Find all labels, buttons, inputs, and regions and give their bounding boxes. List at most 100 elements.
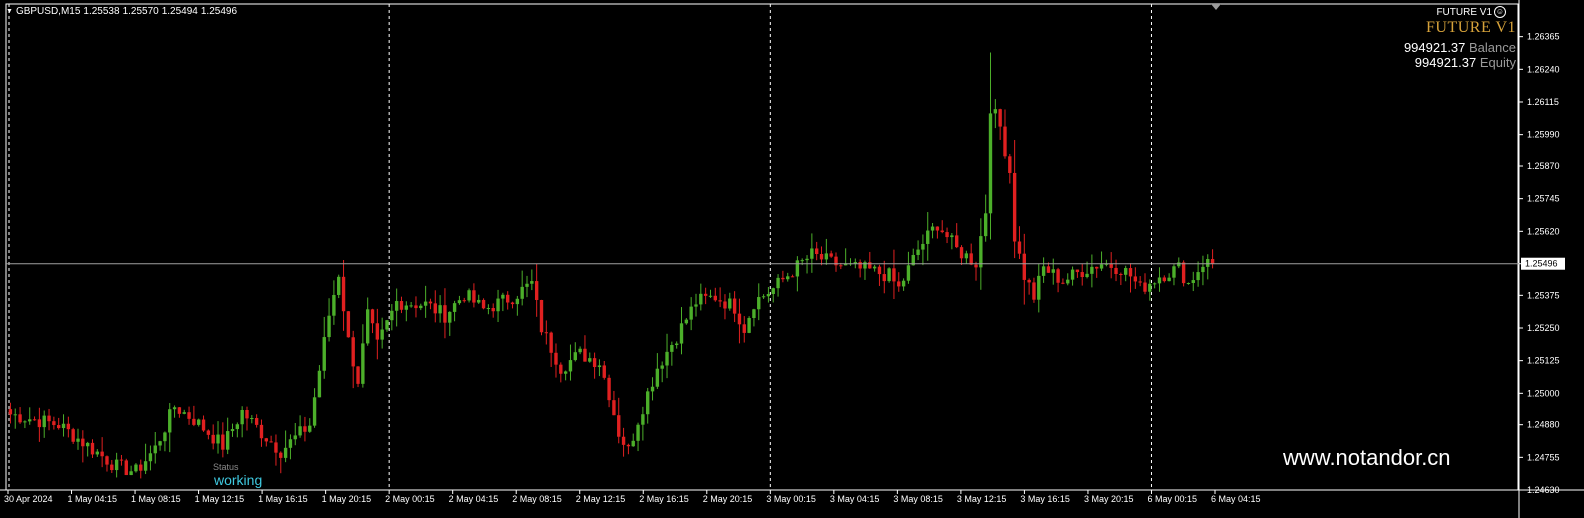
candle-body <box>95 451 100 455</box>
candle-body <box>1061 282 1065 284</box>
candle-body <box>491 308 495 312</box>
x-tick-label: 3 May 12:15 <box>957 494 1007 504</box>
candle-body <box>467 290 471 301</box>
current-price-label: 1.25496 <box>1525 259 1558 269</box>
candle-body <box>1114 267 1118 275</box>
x-tick-label: 6 May 00:15 <box>1147 494 1197 504</box>
candle-body <box>766 293 771 297</box>
candle-body <box>18 414 22 423</box>
candle-body <box>588 358 592 362</box>
candle-body <box>1075 269 1080 273</box>
candle-body <box>399 301 404 310</box>
x-tick-label: 3 May 04:15 <box>830 494 880 504</box>
candle-body <box>341 276 346 312</box>
ea-name-label: FUTURE V1 <box>1436 6 1492 18</box>
candle-body <box>1128 268 1133 277</box>
candle-body <box>452 303 457 312</box>
candle-body <box>650 386 655 392</box>
candle-body <box>486 308 491 310</box>
candle-body <box>1027 279 1031 283</box>
status-value: working <box>214 472 263 488</box>
candle-body <box>283 447 288 458</box>
candle-body <box>868 262 872 269</box>
ohlc-header: ▼ GBPUSD,M15 1.25538 1.25570 1.25494 1.2… <box>6 6 237 17</box>
candle-body <box>1138 281 1142 283</box>
candle-body <box>674 343 679 346</box>
candle-body <box>539 299 544 333</box>
candle-body <box>568 360 573 372</box>
candle-body <box>1056 269 1060 283</box>
candle-body <box>230 429 235 432</box>
candle-body <box>819 254 824 260</box>
candle-body <box>530 281 534 284</box>
candle-body <box>800 260 804 262</box>
candle-body <box>85 442 90 447</box>
candle-body <box>414 305 418 309</box>
dropdown-triangle-icon[interactable]: ▼ <box>6 8 13 15</box>
candle-body <box>119 459 124 461</box>
y-tick-label: 1.25125 <box>1527 356 1560 366</box>
x-tick-label: 2 May 04:15 <box>449 494 499 504</box>
candle-body <box>1085 273 1089 278</box>
candle-body <box>515 298 520 305</box>
high-value: 1.25570 <box>122 6 159 17</box>
candle-body <box>974 264 978 268</box>
candle-body <box>124 460 128 476</box>
candle-body <box>964 253 969 259</box>
candle-body <box>728 298 732 309</box>
candle-body <box>269 441 273 443</box>
candle-body <box>742 324 746 333</box>
y-tick-label: 1.25000 <box>1527 388 1560 398</box>
chart-canvas: 1.26365 1.26240 1.26115 1.25990 1.25870 1.257… <box>0 0 1584 518</box>
candle-body <box>143 461 148 471</box>
smile-icon: ☺ <box>1494 6 1506 18</box>
candle-body <box>1041 266 1046 276</box>
candle-body <box>496 298 500 312</box>
candle-body <box>1148 283 1152 292</box>
balance-label: Balance <box>1469 40 1516 55</box>
candle-body <box>308 425 312 432</box>
candle-body <box>1070 269 1075 280</box>
candle-body <box>853 262 858 264</box>
x-tick-label: 3 May 16:15 <box>1020 494 1070 504</box>
candle-body <box>1037 275 1041 300</box>
candle-body <box>906 265 911 281</box>
candle-body <box>713 295 717 301</box>
candle-body <box>259 424 264 439</box>
candle-body <box>172 407 177 410</box>
candle-body <box>621 436 626 445</box>
candle-body <box>534 281 539 300</box>
candle-body <box>37 419 42 428</box>
candle-body <box>829 253 833 257</box>
candle-body <box>481 299 486 309</box>
candle-body <box>776 277 780 289</box>
candle-body <box>554 352 558 365</box>
candle-body <box>877 266 882 275</box>
candle-body <box>346 311 351 338</box>
candle-body <box>1210 259 1215 264</box>
candle-body <box>1152 283 1157 285</box>
candle-body <box>380 329 384 340</box>
x-tick-label: 1 May 16:15 <box>258 494 308 504</box>
candle-body <box>689 306 693 320</box>
candle-body <box>815 248 819 255</box>
ea-name[interactable]: FUTURE V1 ☺ <box>1436 6 1506 18</box>
candle-body <box>1123 268 1128 275</box>
y-tick-label: 1.26365 <box>1527 32 1560 42</box>
candle-body <box>419 305 423 309</box>
candle-body <box>1119 274 1123 276</box>
x-tick-label: 6 May 04:15 <box>1211 494 1261 504</box>
candle-body <box>457 300 462 304</box>
candle-body <box>28 419 32 422</box>
candle-body <box>322 337 326 371</box>
candle-body <box>8 409 13 415</box>
candle-body <box>298 426 302 436</box>
candle-body <box>221 434 225 450</box>
candle-body <box>790 276 795 278</box>
candle-body <box>182 412 186 414</box>
candle-body <box>168 409 172 433</box>
candle-body <box>559 364 563 374</box>
candle-body <box>607 377 611 401</box>
candle-body <box>375 323 380 340</box>
candle-body <box>699 293 703 305</box>
